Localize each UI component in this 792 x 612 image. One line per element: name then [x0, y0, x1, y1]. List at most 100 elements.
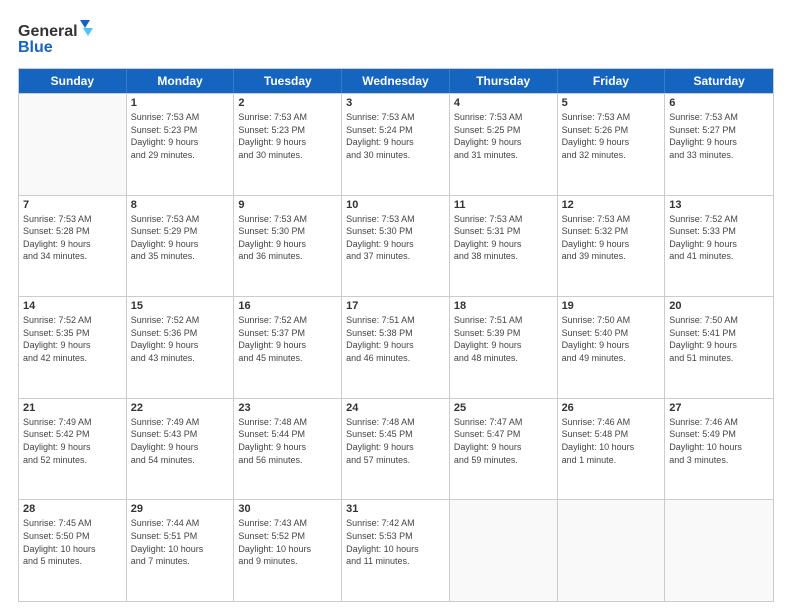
day-number: 3 [346, 97, 445, 109]
day-info: Sunrise: 7:48 AM Sunset: 5:45 PM Dayligh… [346, 416, 445, 466]
calendar-cell: 18 Sunrise: 7:51 AM Sunset: 5:39 PM Dayli… [450, 297, 558, 398]
calendar-cell: 6 Sunrise: 7:53 AM Sunset: 5:27 PM Daylig… [665, 94, 773, 195]
calendar-cell: 23 Sunrise: 7:48 AM Sunset: 5:44 PM Dayli… [234, 399, 342, 500]
calendar-cell: 31 Sunrise: 7:42 AM Sunset: 5:53 PM Dayli… [342, 500, 450, 601]
day-number: 2 [238, 97, 337, 109]
day-number: 21 [23, 402, 122, 414]
day-number: 23 [238, 402, 337, 414]
day-number: 6 [669, 97, 769, 109]
day-info: Sunrise: 7:53 AM Sunset: 5:23 PM Dayligh… [131, 111, 230, 161]
day-info: Sunrise: 7:53 AM Sunset: 5:28 PM Dayligh… [23, 213, 122, 263]
calendar-cell: 16 Sunrise: 7:52 AM Sunset: 5:37 PM Dayli… [234, 297, 342, 398]
calendar-cell: 15 Sunrise: 7:52 AM Sunset: 5:36 PM Dayli… [127, 297, 235, 398]
day-info: Sunrise: 7:53 AM Sunset: 5:25 PM Dayligh… [454, 111, 553, 161]
day-number: 20 [669, 300, 769, 312]
day-number: 14 [23, 300, 122, 312]
day-number: 12 [562, 199, 661, 211]
calendar-cell: 2 Sunrise: 7:53 AM Sunset: 5:23 PM Daylig… [234, 94, 342, 195]
calendar-cell [450, 500, 558, 601]
calendar-week-5: 28 Sunrise: 7:45 AM Sunset: 5:50 PM Dayli… [19, 499, 773, 601]
day-number: 9 [238, 199, 337, 211]
day-number: 19 [562, 300, 661, 312]
page-header: GeneralBlue [18, 18, 774, 58]
calendar-cell: 12Sunrise: 7:53 AM Sunset: 5:32 PM Dayli… [558, 196, 666, 297]
calendar: SundayMondayTuesdayWednesdayThursdayFrid… [18, 68, 774, 602]
calendar-header-tuesday: Tuesday [234, 69, 342, 93]
calendar-cell: 26 Sunrise: 7:46 AM Sunset: 5:48 PM Dayli… [558, 399, 666, 500]
calendar-cell: 8 Sunrise: 7:53 AM Sunset: 5:29 PM Daylig… [127, 196, 235, 297]
day-number: 17 [346, 300, 445, 312]
day-number: 27 [669, 402, 769, 414]
day-number: 24 [346, 402, 445, 414]
day-info: Sunrise: 7:44 AM Sunset: 5:51 PM Dayligh… [131, 517, 230, 567]
calendar-cell: 14 Sunrise: 7:52 AM Sunset: 5:35 PM Dayli… [19, 297, 127, 398]
logo-svg: GeneralBlue [18, 18, 98, 58]
calendar-cell: 4 Sunrise: 7:53 AM Sunset: 5:25 PM Daylig… [450, 94, 558, 195]
day-info: Sunrise: 7:50 AM Sunset: 5:40 PM Dayligh… [562, 314, 661, 364]
day-info: Sunrise: 7:45 AM Sunset: 5:50 PM Dayligh… [23, 517, 122, 567]
calendar-week-3: 14 Sunrise: 7:52 AM Sunset: 5:35 PM Dayli… [19, 296, 773, 398]
day-info: Sunrise: 7:52 AM Sunset: 5:36 PM Dayligh… [131, 314, 230, 364]
day-number: 11 [454, 199, 553, 211]
calendar-cell: 22 Sunrise: 7:49 AM Sunset: 5:43 PM Dayli… [127, 399, 235, 500]
day-number: 8 [131, 199, 230, 211]
day-number: 22 [131, 402, 230, 414]
day-info: Sunrise: 7:53 AM Sunset: 5:26 PM Dayligh… [562, 111, 661, 161]
calendar-week-1: 1Sunrise: 7:53 AM Sunset: 5:23 PM Daylig… [19, 93, 773, 195]
day-info: Sunrise: 7:52 AM Sunset: 5:33 PM Dayligh… [669, 213, 769, 263]
day-info: Sunrise: 7:51 AM Sunset: 5:39 PM Dayligh… [454, 314, 553, 364]
day-info: Sunrise: 7:52 AM Sunset: 5:35 PM Dayligh… [23, 314, 122, 364]
calendar-cell: 28 Sunrise: 7:45 AM Sunset: 5:50 PM Dayli… [19, 500, 127, 601]
calendar-cell: 19 Sunrise: 7:50 AM Sunset: 5:40 PM Dayli… [558, 297, 666, 398]
calendar-cell: 20 Sunrise: 7:50 AM Sunset: 5:41 PM Dayli… [665, 297, 773, 398]
day-info: Sunrise: 7:53 AM Sunset: 5:29 PM Dayligh… [131, 213, 230, 263]
calendar-cell: 3Sunrise: 7:53 AM Sunset: 5:24 PM Daylig… [342, 94, 450, 195]
day-info: Sunrise: 7:43 AM Sunset: 5:52 PM Dayligh… [238, 517, 337, 567]
calendar-cell: 13Sunrise: 7:52 AM Sunset: 5:33 PM Dayli… [665, 196, 773, 297]
calendar-header-row: SundayMondayTuesdayWednesdayThursdayFrid… [19, 69, 773, 93]
calendar-header-wednesday: Wednesday [342, 69, 450, 93]
logo: GeneralBlue [18, 18, 98, 58]
calendar-cell: 27 Sunrise: 7:46 AM Sunset: 5:49 PM Dayli… [665, 399, 773, 500]
calendar-header-sunday: Sunday [19, 69, 127, 93]
day-info: Sunrise: 7:53 AM Sunset: 5:27 PM Dayligh… [669, 111, 769, 161]
calendar-header-monday: Monday [127, 69, 235, 93]
day-number: 7 [23, 199, 122, 211]
day-number: 16 [238, 300, 337, 312]
day-info: Sunrise: 7:49 AM Sunset: 5:43 PM Dayligh… [131, 416, 230, 466]
calendar-cell [19, 94, 127, 195]
day-info: Sunrise: 7:42 AM Sunset: 5:53 PM Dayligh… [346, 517, 445, 567]
calendar-week-4: 21Sunrise: 7:49 AM Sunset: 5:42 PM Dayli… [19, 398, 773, 500]
day-number: 26 [562, 402, 661, 414]
day-number: 28 [23, 503, 122, 515]
day-info: Sunrise: 7:51 AM Sunset: 5:38 PM Dayligh… [346, 314, 445, 364]
day-info: Sunrise: 7:53 AM Sunset: 5:23 PM Dayligh… [238, 111, 337, 161]
day-number: 15 [131, 300, 230, 312]
calendar-cell [665, 500, 773, 601]
calendar-cell: 29 Sunrise: 7:44 AM Sunset: 5:51 PM Dayli… [127, 500, 235, 601]
day-number: 31 [346, 503, 445, 515]
calendar-cell: 5Sunrise: 7:53 AM Sunset: 5:26 PM Daylig… [558, 94, 666, 195]
day-info: Sunrise: 7:53 AM Sunset: 5:30 PM Dayligh… [346, 213, 445, 263]
calendar-cell: 9Sunrise: 7:53 AM Sunset: 5:30 PM Daylig… [234, 196, 342, 297]
day-info: Sunrise: 7:46 AM Sunset: 5:48 PM Dayligh… [562, 416, 661, 466]
day-info: Sunrise: 7:50 AM Sunset: 5:41 PM Dayligh… [669, 314, 769, 364]
calendar-cell: 21Sunrise: 7:49 AM Sunset: 5:42 PM Dayli… [19, 399, 127, 500]
day-number: 10 [346, 199, 445, 211]
day-number: 4 [454, 97, 553, 109]
svg-text:General: General [18, 23, 78, 40]
day-number: 18 [454, 300, 553, 312]
calendar-cell: 25Sunrise: 7:47 AM Sunset: 5:47 PM Dayli… [450, 399, 558, 500]
day-info: Sunrise: 7:46 AM Sunset: 5:49 PM Dayligh… [669, 416, 769, 466]
calendar-cell: 24 Sunrise: 7:48 AM Sunset: 5:45 PM Dayli… [342, 399, 450, 500]
calendar-cell: 7 Sunrise: 7:53 AM Sunset: 5:28 PM Daylig… [19, 196, 127, 297]
day-info: Sunrise: 7:52 AM Sunset: 5:37 PM Dayligh… [238, 314, 337, 364]
day-number: 29 [131, 503, 230, 515]
calendar-week-2: 7 Sunrise: 7:53 AM Sunset: 5:28 PM Daylig… [19, 195, 773, 297]
calendar-header-friday: Friday [558, 69, 666, 93]
calendar-cell [558, 500, 666, 601]
day-info: Sunrise: 7:48 AM Sunset: 5:44 PM Dayligh… [238, 416, 337, 466]
calendar-cell: 30Sunrise: 7:43 AM Sunset: 5:52 PM Dayli… [234, 500, 342, 601]
calendar-cell: 10 Sunrise: 7:53 AM Sunset: 5:30 PM Dayli… [342, 196, 450, 297]
calendar-body: 1Sunrise: 7:53 AM Sunset: 5:23 PM Daylig… [19, 93, 773, 601]
